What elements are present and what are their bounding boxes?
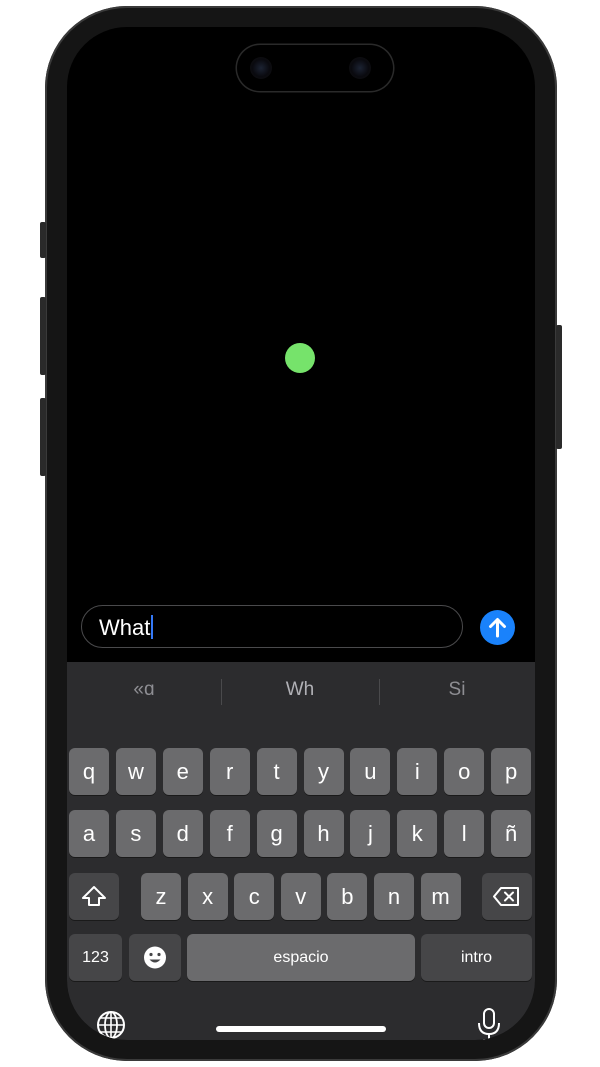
key-y[interactable]: y xyxy=(303,748,344,795)
phone-screen: What «ɑ Wh Si qwertyuiop asdfghjklñ zxcv… xyxy=(67,27,535,1040)
key-j[interactable]: j xyxy=(350,810,391,857)
return-key[interactable]: intro xyxy=(421,934,532,981)
key-e[interactable]: e xyxy=(162,748,203,795)
key-ñ[interactable]: ñ xyxy=(491,810,532,857)
message-input[interactable]: What xyxy=(81,605,463,648)
arrow-up-icon xyxy=(489,618,506,638)
key-v[interactable]: v xyxy=(280,873,321,920)
key-c[interactable]: c xyxy=(234,873,275,920)
suggestion-1[interactable]: «ɑ xyxy=(67,672,221,708)
suggestion-2[interactable]: Wh xyxy=(223,672,377,708)
dynamic-island xyxy=(237,45,393,91)
key-n[interactable]: n xyxy=(374,873,414,920)
action-button xyxy=(40,222,46,258)
key-t[interactable]: t xyxy=(256,748,297,795)
key-f[interactable]: f xyxy=(209,810,250,857)
shift-key[interactable] xyxy=(69,873,119,920)
key-u[interactable]: u xyxy=(350,748,391,795)
key-z[interactable]: z xyxy=(141,873,181,920)
emoji-icon xyxy=(144,946,166,969)
emoji-key[interactable] xyxy=(129,934,181,981)
globe-icon xyxy=(97,1011,125,1039)
backspace-key[interactable] xyxy=(482,873,532,920)
key-o[interactable]: o xyxy=(444,748,485,795)
key-h[interactable]: h xyxy=(303,810,344,857)
key-x[interactable]: x xyxy=(187,873,228,920)
key-b[interactable]: b xyxy=(327,873,368,920)
suggestion-divider xyxy=(221,679,222,705)
backspace-icon xyxy=(493,887,519,906)
key-d[interactable]: d xyxy=(162,810,203,857)
key-w[interactable]: w xyxy=(115,748,156,795)
home-indicator[interactable] xyxy=(216,1026,386,1032)
microphone-icon xyxy=(478,1008,500,1040)
camera-lens-icon xyxy=(250,57,272,79)
message-input-text[interactable]: What xyxy=(99,615,154,640)
send-button[interactable] xyxy=(480,610,515,645)
shift-icon xyxy=(82,886,106,906)
power-button xyxy=(556,325,562,449)
text-caret xyxy=(151,615,154,639)
suggestion-bar: «ɑ Wh Si xyxy=(67,672,535,708)
key-m[interactable]: m xyxy=(420,873,461,920)
suggestion-3[interactable]: Si xyxy=(380,672,534,708)
green-dot xyxy=(285,343,315,373)
space-key[interactable]: espacio xyxy=(187,934,415,981)
key-l[interactable]: l xyxy=(444,810,485,857)
key-r[interactable]: r xyxy=(209,748,250,795)
key-p[interactable]: p xyxy=(491,748,532,795)
volume-up-button xyxy=(40,297,46,375)
keyboard: «ɑ Wh Si qwertyuiop asdfghjklñ zxcvbnm 1… xyxy=(67,662,535,1040)
message-input-value: What xyxy=(99,615,151,640)
key-i[interactable]: i xyxy=(397,748,438,795)
globe-key[interactable] xyxy=(95,1009,127,1040)
numbers-key[interactable]: 123 xyxy=(69,934,122,981)
sensor-icon xyxy=(349,57,371,79)
key-q[interactable]: q xyxy=(69,748,109,795)
key-g[interactable]: g xyxy=(256,810,297,857)
key-s[interactable]: s xyxy=(115,810,156,857)
volume-down-button xyxy=(40,398,46,476)
dictation-key[interactable] xyxy=(475,1007,503,1040)
key-a[interactable]: a xyxy=(69,810,109,857)
key-k[interactable]: k xyxy=(397,810,438,857)
